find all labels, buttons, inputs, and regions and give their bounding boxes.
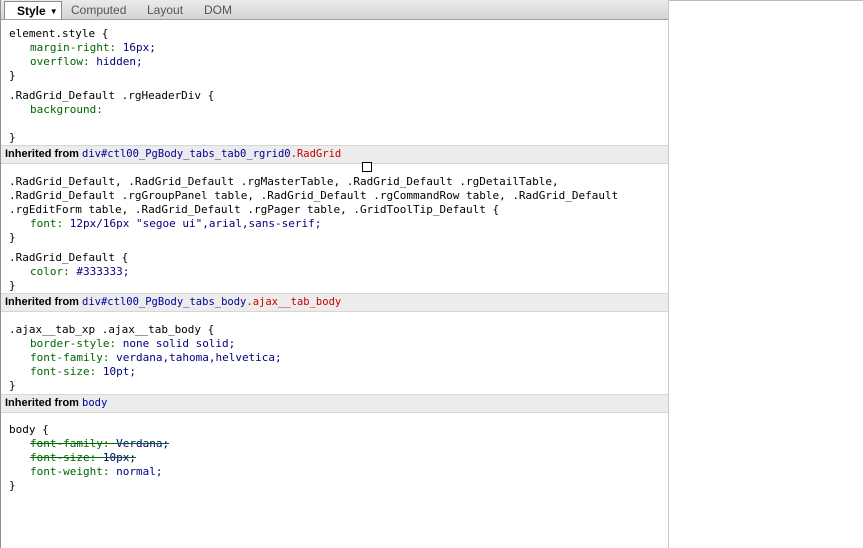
css-value: hidden; <box>96 55 143 68</box>
inherited-element-tag: body <box>82 397 108 409</box>
css-declaration[interactable]: font: 12px/16px "segoe ui",arial,sans-se… <box>30 217 321 231</box>
css-value: normal; <box>116 465 163 478</box>
inherited-from-header: Inherited from div#ctl00_PgBody_tabs_bod… <box>1 293 668 312</box>
rule-close-brace: } <box>9 231 16 244</box>
rule-selector-line[interactable]: .rgEditForm table, .RadGrid_Default .rgP… <box>9 203 499 217</box>
css-value: 16px; <box>122 41 156 54</box>
inherited-element-class: .ajax__tab_body <box>246 296 342 308</box>
css-property: overflow: <box>30 55 90 68</box>
mouse-cursor-box-icon <box>362 162 372 172</box>
rule-selector[interactable]: .RadGrid_Default .rgHeaderDiv { <box>9 89 214 103</box>
rule-selector[interactable]: element.style { <box>9 27 108 41</box>
tab-computed[interactable]: Computed <box>71 1 126 19</box>
tab-style-dropdown-icon[interactable]: ▼ <box>50 7 58 16</box>
rule-close-brace: } <box>9 69 16 82</box>
css-declaration-overridden[interactable]: font-family: Verdana; <box>30 437 169 451</box>
rule-close-brace: } <box>9 379 16 392</box>
css-declaration[interactable]: font-weight: normal; <box>30 465 162 479</box>
css-value: 10pt; <box>102 365 136 378</box>
css-property: font-size: <box>30 451 97 464</box>
inherited-element-link[interactable]: div#ctl00_PgBody_tabs_body.ajax__tab_bod… <box>82 296 341 308</box>
css-property: margin-right: <box>30 41 117 54</box>
inherited-element-tag: div#ctl00_PgBody_tabs_tab0_rgrid0 <box>82 148 291 160</box>
tab-dom[interactable]: DOM <box>204 1 232 19</box>
css-declaration-overridden[interactable]: font-size: 10px; <box>30 451 136 465</box>
css-declaration[interactable]: margin-right: 16px; <box>30 41 156 55</box>
css-value: #333333; <box>76 265 130 278</box>
css-property: border-style: <box>30 337 117 350</box>
tab-style-label: Style <box>17 4 46 18</box>
css-property: font-family: <box>30 351 110 364</box>
inherited-from-label: Inherited from <box>5 296 79 308</box>
rule-close-brace: } <box>9 131 16 144</box>
rule-selector[interactable]: body { <box>9 423 49 437</box>
css-property: color: <box>30 265 70 278</box>
inherited-element-link[interactable]: body <box>82 397 107 409</box>
css-value: Verdana; <box>116 437 170 450</box>
css-property: font-family: <box>30 437 110 450</box>
css-property: font-weight: <box>30 465 110 478</box>
css-declaration[interactable]: border-style: none solid solid; <box>30 337 235 351</box>
css-declaration[interactable]: color: #333333; <box>30 265 129 279</box>
rule-close-brace: } <box>9 479 16 492</box>
inherited-from-header: Inherited from div#ctl00_PgBody_tabs_tab… <box>1 145 668 164</box>
css-value: 10px; <box>102 451 136 464</box>
rule-selector-line[interactable]: .RadGrid_Default, .RadGrid_Default .rgMa… <box>9 175 559 189</box>
inherited-element-class: .RadGrid <box>290 148 342 160</box>
css-declaration[interactable]: font-family: verdana,tahoma,helvetica; <box>30 351 282 365</box>
inherited-element-link[interactable]: div#ctl00_PgBody_tabs_tab0_rgrid0.RadGri… <box>82 148 341 160</box>
rule-selector[interactable]: .RadGrid_Default { <box>9 251 128 265</box>
tab-style[interactable]: Style ▼ <box>4 1 62 19</box>
css-value: none solid solid; <box>122 337 236 350</box>
inherited-from-header: Inherited from body <box>1 394 668 413</box>
css-value: 12px/16px "segoe ui",arial,sans-serif; <box>69 217 322 230</box>
css-declaration[interactable]: font-size: 10pt; <box>30 365 136 379</box>
inherited-element-tag: div#ctl00_PgBody_tabs_body <box>82 296 247 308</box>
css-declaration[interactable]: background: <box>30 103 109 117</box>
css-declaration[interactable]: overflow: hidden; <box>30 55 143 69</box>
inherited-from-label: Inherited from <box>5 148 79 160</box>
css-property: font-size: <box>30 365 97 378</box>
rule-selector-line[interactable]: .RadGrid_Default .rgGroupPanel table, .R… <box>9 189 618 203</box>
side-panel-tabbar: Style ▼ Computed Layout DOM <box>1 0 668 20</box>
inherited-from-label: Inherited from <box>5 397 79 409</box>
css-value: verdana,tahoma,helvetica; <box>116 351 282 364</box>
css-property: font: <box>30 217 64 230</box>
css-property: background: <box>30 103 103 116</box>
tab-layout[interactable]: Layout <box>147 1 183 19</box>
rule-selector[interactable]: .ajax__tab_xp .ajax__tab_body { <box>9 323 214 337</box>
style-pane: Style ▼ Computed Layout DOM element.style… <box>1 0 669 548</box>
rule-close-brace: } <box>9 279 16 292</box>
